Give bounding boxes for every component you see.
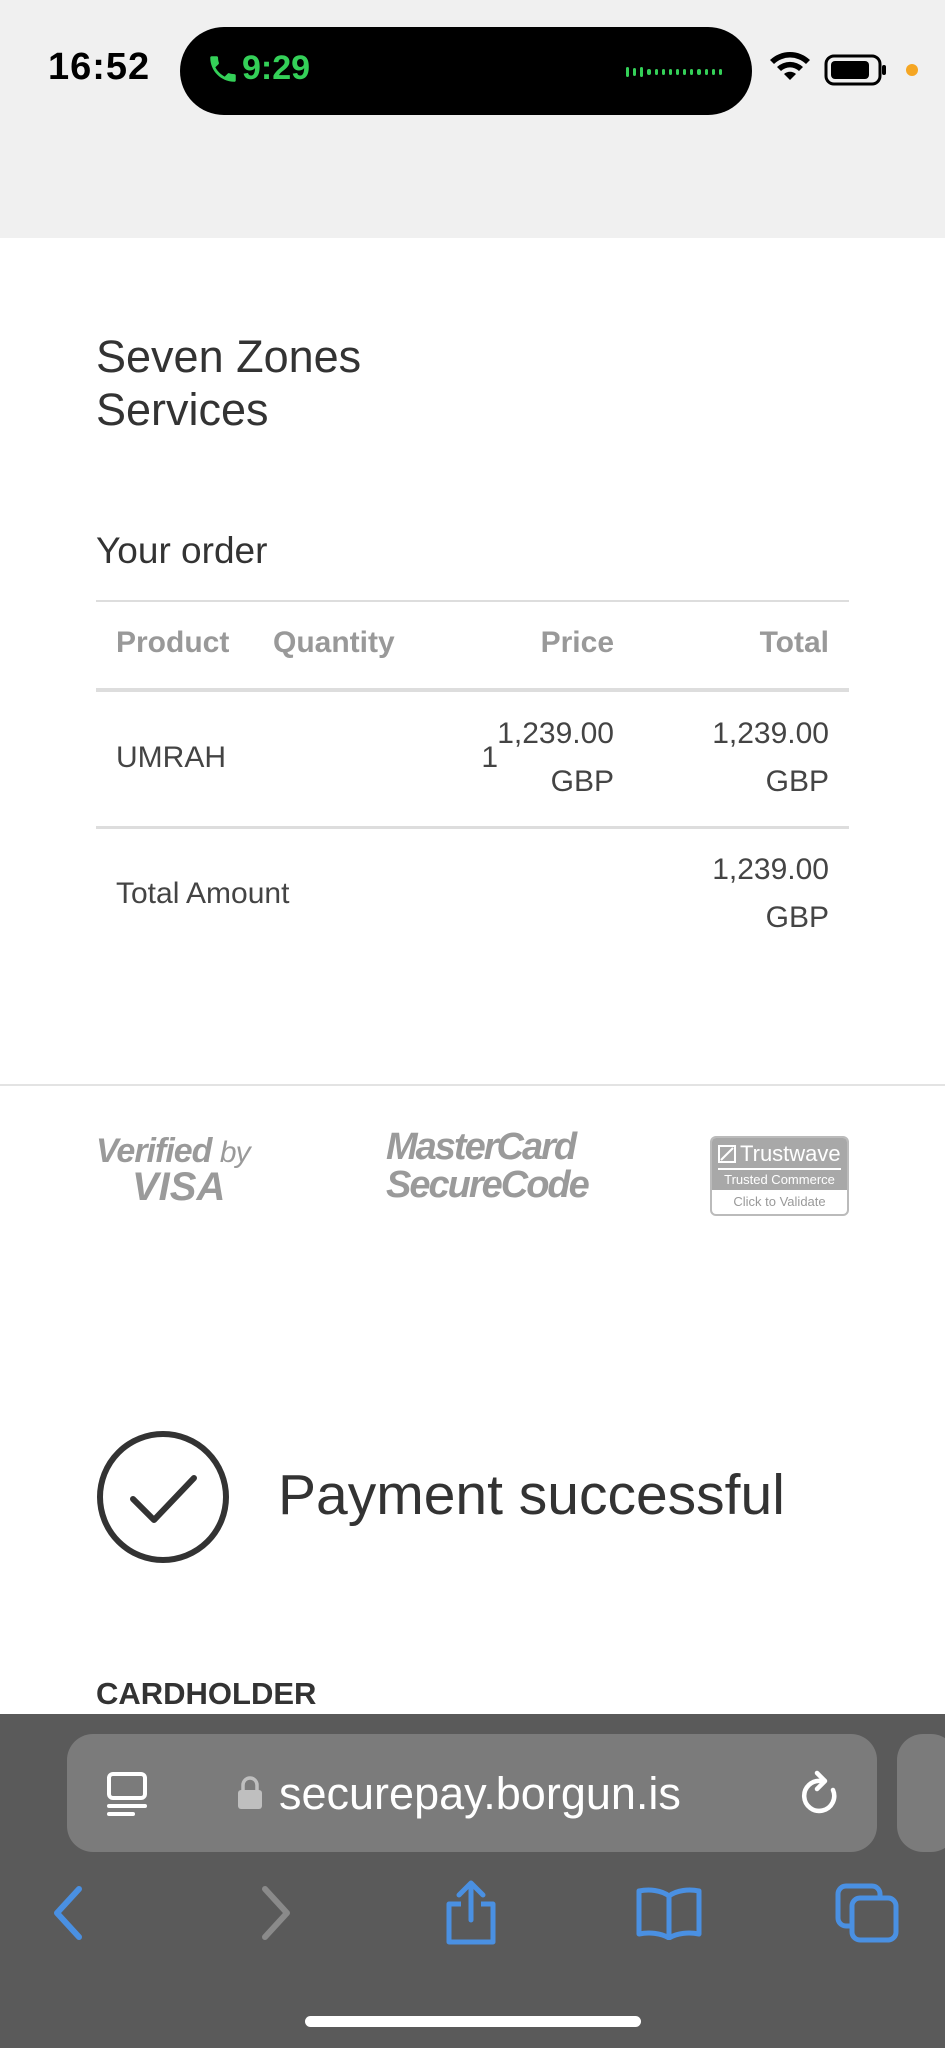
checkmark-circle-icon <box>97 1431 229 1563</box>
merchant-name: Seven Zones Services <box>96 331 362 435</box>
section-divider <box>0 1084 945 1086</box>
order-title: Your order <box>96 530 268 571</box>
trustwave-subtitle: Trusted Commerce <box>718 1168 841 1187</box>
total-amount: 1,239.00 <box>712 853 829 886</box>
tabs-button[interactable] <box>832 1878 902 1948</box>
row-price-amount: 1,239.00 <box>497 717 614 750</box>
phone-icon <box>210 56 236 82</box>
column-header-quantity: Quantity <box>273 626 395 659</box>
next-tab-preview[interactable] <box>897 1734 945 1852</box>
column-header-product: Product <box>116 626 230 659</box>
back-icon <box>54 1886 82 1940</box>
header-divider <box>96 688 849 692</box>
mastercard-securecode-logo: MasterCard SecureCode <box>386 1126 590 1206</box>
payment-status: Payment successful <box>278 1463 785 1527</box>
column-header-total: Total <box>759 626 829 659</box>
audio-waveform-icon <box>626 67 722 77</box>
total-label: Total Amount <box>116 877 290 910</box>
status-time: 16:52 <box>48 46 151 88</box>
browser-toolbar: securepay.borgun.is <box>0 1714 945 2048</box>
forward-icon <box>262 1886 290 1940</box>
lock-icon <box>238 1776 262 1809</box>
cardholder-label: CARDHOLDER <box>96 1676 317 1711</box>
row-product: UMRAH <box>116 741 226 774</box>
reader-icon[interactable] <box>103 1768 151 1820</box>
status-bar: 16:52 9:29 <box>0 0 945 238</box>
battery-icon <box>824 54 886 86</box>
share-button[interactable] <box>436 1878 506 1948</box>
verified-by-visa-logo: Verified by VISA <box>96 1132 266 1210</box>
total-currency: GBP <box>765 901 829 934</box>
privacy-indicator <box>906 64 918 76</box>
mastercard-line2: SecureCode <box>386 1164 590 1206</box>
trustwave-name: Trustwave <box>740 1141 841 1166</box>
tabs-icon <box>835 1883 899 1943</box>
mastercard-line1: MasterCard <box>386 1126 577 1168</box>
trustwave-icon <box>718 1145 736 1163</box>
home-indicator <box>305 2016 641 2027</box>
trustwave-seal[interactable]: Trustwave Trusted Commerce Click to Vali… <box>710 1136 849 1216</box>
wifi-icon <box>770 52 810 80</box>
table-top-divider <box>96 600 849 602</box>
back-button[interactable] <box>34 1878 104 1948</box>
column-header-price: Price <box>540 626 614 659</box>
dynamic-island-call[interactable]: 9:29 <box>180 27 752 115</box>
bookmarks-icon <box>636 1887 702 1940</box>
reload-icon[interactable] <box>797 1770 843 1820</box>
visa-word: VISA <box>132 1165 226 1209</box>
share-icon <box>446 1880 496 1945</box>
trustwave-validate-link[interactable]: Click to Validate <box>712 1190 847 1209</box>
row-total-amount: 1,239.00 <box>712 717 829 750</box>
call-duration: 9:29 <box>242 49 311 87</box>
forward-button[interactable] <box>240 1878 310 1948</box>
row-divider <box>96 826 849 829</box>
address-bar[interactable]: securepay.borgun.is <box>67 1734 877 1852</box>
row-total-currency: GBP <box>765 765 829 798</box>
bookmarks-button[interactable] <box>634 1878 704 1948</box>
url-text[interactable]: securepay.borgun.is <box>279 1768 681 1820</box>
row-price-currency: GBP <box>550 765 614 798</box>
